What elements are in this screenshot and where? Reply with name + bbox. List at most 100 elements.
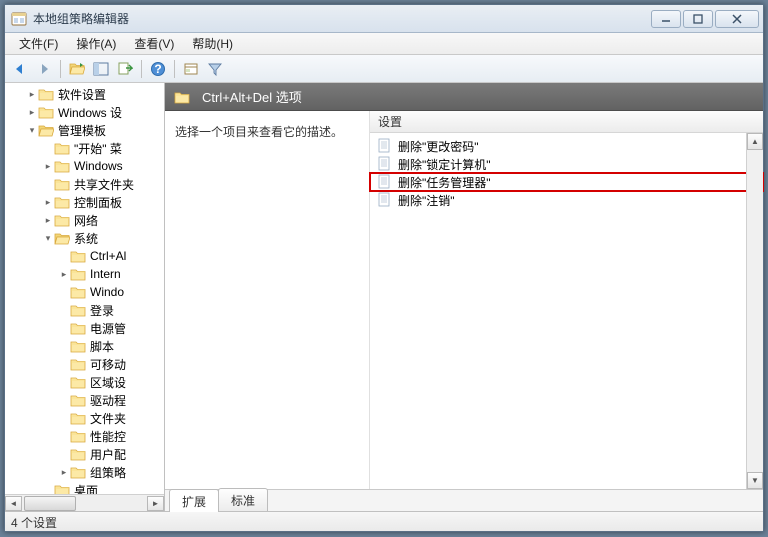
filter-button[interactable] [204,58,226,80]
folder-icon [174,90,190,104]
back-button[interactable] [9,58,31,80]
menu-help[interactable]: 帮助(H) [184,33,241,54]
tree-item[interactable]: ▾管理模板 [5,121,164,139]
folder-icon [70,267,86,281]
tree-item-label: 性能控 [90,428,126,445]
scroll-track[interactable] [22,496,147,511]
tree-item[interactable]: ▸Ctrl+Al [5,247,164,265]
help-button[interactable]: ? [147,58,169,80]
tree-item[interactable]: ▸登录 [5,301,164,319]
tree-item[interactable]: ▸可移动 [5,355,164,373]
scroll-left-button[interactable]: ◄ [5,496,22,511]
tab-standard[interactable]: 标准 [218,488,268,511]
expand-icon[interactable]: ▸ [27,107,37,118]
tree-item[interactable]: ▸Windows [5,157,164,175]
expand-icon[interactable]: ▸ [43,215,53,226]
expand-icon[interactable]: ▸ [59,269,69,280]
scroll-up-button[interactable]: ▲ [747,133,763,150]
tree-item[interactable]: ▸驱动程 [5,391,164,409]
setting-icon [376,138,392,154]
folder-icon [70,303,86,317]
list-vscrollbar[interactable]: ▲ ▼ [746,133,763,489]
collapse-icon[interactable]: ▾ [27,125,37,136]
window-buttons [649,10,759,28]
tree-item[interactable]: ▸软件设置 [5,85,164,103]
tree-item[interactable]: ▸区域设 [5,373,164,391]
folder-icon [70,339,86,353]
tree-item[interactable]: ▸"开始" 菜 [5,139,164,157]
menu-file[interactable]: 文件(F) [11,33,66,54]
show-hide-tree-button[interactable] [90,58,112,80]
minimize-button[interactable] [651,10,681,28]
list-row[interactable]: 删除"更改密码" [370,137,763,155]
scroll-thumb[interactable] [24,496,76,511]
list-row[interactable]: 删除"锁定计算机" [370,155,763,173]
tree-item[interactable]: ▸文件夹 [5,409,164,427]
tree-item[interactable]: ▸用户配 [5,445,164,463]
tree-item[interactable]: ▸控制面板 [5,193,164,211]
tree-item-label: 网络 [74,212,98,229]
tree-item-label: Intern [90,267,121,281]
folder-icon [70,429,86,443]
scroll-track[interactable] [747,150,763,472]
properties-button[interactable] [180,58,202,80]
tree-item[interactable]: ▸电源管 [5,319,164,337]
description-hint: 选择一个项目来查看它的描述。 [175,123,359,140]
tab-extended[interactable]: 扩展 [169,489,219,512]
tree-item[interactable]: ▸ 网络 [5,211,164,229]
expand-icon[interactable]: ▸ [43,161,53,172]
tree-item-label: 桌面 [74,482,98,495]
close-button[interactable] [715,10,759,28]
setting-icon [376,192,392,208]
titlebar[interactable]: 本地组策略编辑器 [5,5,763,33]
folder-icon [70,321,86,335]
tree-item[interactable]: ▾ 系统 [5,229,164,247]
folder-icon [54,141,70,155]
list-row[interactable]: 删除"任务管理器" [370,173,763,191]
tree-item-label: 系统 [74,230,98,247]
tree-item[interactable]: ▸桌面 [5,481,164,494]
collapse-icon[interactable]: ▾ [43,233,53,244]
svg-text:?: ? [154,62,161,76]
export-button[interactable] [114,58,136,80]
toolbar-sep [141,60,142,78]
tree-item[interactable]: ▸性能控 [5,427,164,445]
maximize-button[interactable] [683,10,713,28]
folder-icon [54,177,70,191]
app-icon [11,11,27,27]
tree-item-label: 驱动程 [90,392,126,409]
list-header[interactable]: 设置 [370,111,763,133]
tabs-bar: 扩展 标准 [165,489,763,511]
window-title: 本地组策略编辑器 [33,10,649,27]
list-row-label: 删除"更改密码" [398,138,479,155]
folder-icon [70,375,86,389]
menu-view[interactable]: 查看(V) [126,33,182,54]
expand-icon[interactable]: ▸ [27,89,37,100]
tree-item[interactable]: ▸组策略 [5,463,164,481]
path-label: Ctrl+Alt+Del 选项 [202,87,302,106]
folder-icon [70,411,86,425]
scroll-down-button[interactable]: ▼ [747,472,763,489]
tree-item[interactable]: ▸脚本 [5,337,164,355]
toolbar-sep [60,60,61,78]
expand-icon[interactable]: ▸ [59,467,69,478]
menu-action[interactable]: 操作(A) [68,33,124,54]
tree-list: ▸软件设置▸Windows 设▾管理模板▸"开始" 菜▸Windows▸共享文件… [5,83,164,494]
tree-item[interactable]: ▸Windo [5,283,164,301]
toolbar-sep [174,60,175,78]
list-row[interactable]: 删除"注销" [370,191,763,209]
up-button[interactable] [66,58,88,80]
list-header-label: 设置 [378,113,402,130]
tree-hscrollbar[interactable]: ◄ ► [5,494,164,511]
tree-item[interactable]: ▸ Intern [5,265,164,283]
tree-item-label: Windo [90,285,124,299]
tree-item-label: 文件夹 [90,410,126,427]
scroll-right-button[interactable]: ► [147,496,164,511]
list-row-label: 删除"锁定计算机" [398,156,491,173]
forward-button[interactable] [33,58,55,80]
tree-item[interactable]: ▸共享文件夹 [5,175,164,193]
tree-item[interactable]: ▸Windows 设 [5,103,164,121]
expand-icon[interactable]: ▸ [43,197,53,208]
tree-scroll[interactable]: ▸软件设置▸Windows 设▾管理模板▸"开始" 菜▸Windows▸共享文件… [5,83,164,494]
list-row-label: 删除"任务管理器" [398,174,491,191]
